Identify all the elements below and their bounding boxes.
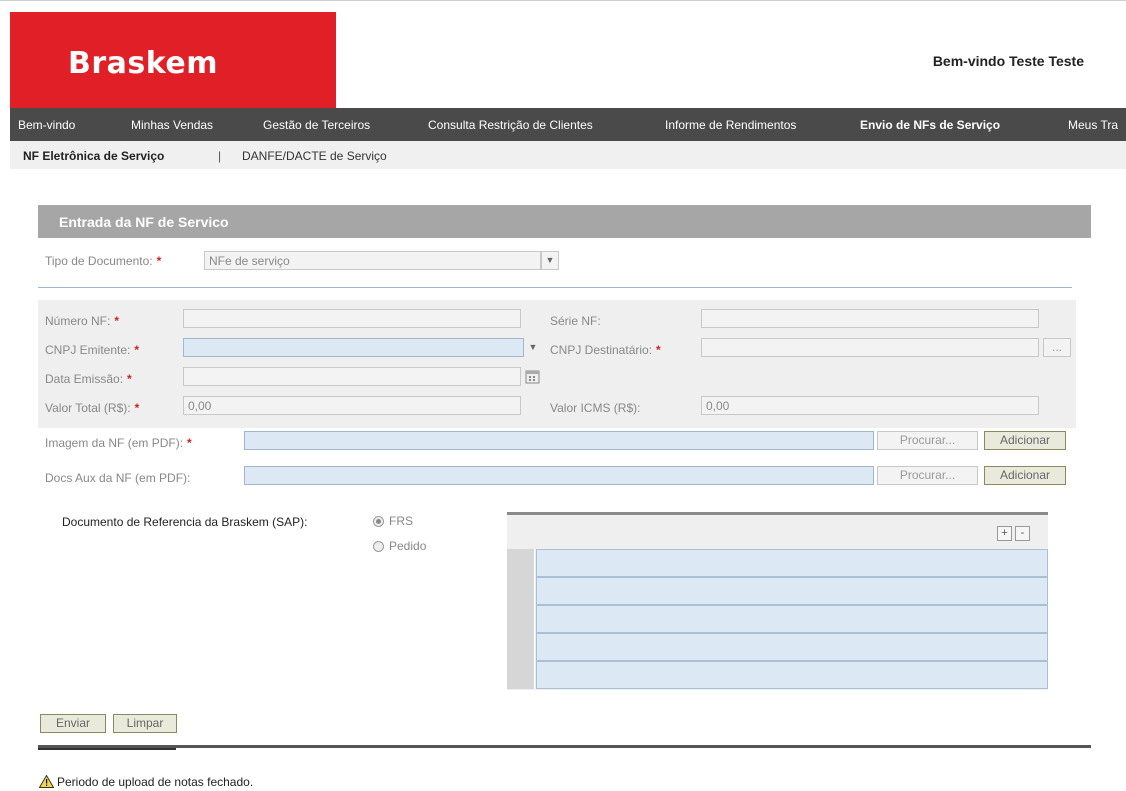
row-selector[interactable] xyxy=(507,633,535,661)
docs-aux-label: Docs Aux da NF (em PDF): xyxy=(45,471,191,485)
table-top-border xyxy=(507,512,1048,515)
row-selector[interactable] xyxy=(507,605,535,633)
nav-item-bem-vindo[interactable]: Bem-vindo xyxy=(18,118,75,132)
numero-nf-label: Número NF: * xyxy=(45,314,120,328)
cnpj-destinatario-input[interactable] xyxy=(701,338,1039,357)
row-selector[interactable] xyxy=(507,549,535,577)
send-button[interactable]: Enviar xyxy=(40,714,106,733)
status-message: Periodo de upload de notas fechado. xyxy=(38,774,254,791)
panel-header: Entrada da NF de Servico xyxy=(38,205,1091,238)
imagem-nf-add-button[interactable]: Adicionar xyxy=(984,431,1066,450)
table-row[interactable] xyxy=(507,661,1048,689)
chevron-down-icon[interactable]: ▼ xyxy=(524,338,542,357)
bottom-divider xyxy=(38,745,1091,748)
imagem-nf-file-input[interactable] xyxy=(244,431,874,450)
braskem-logo: Braskem xyxy=(68,46,219,81)
valor-total-label: Valor Total (R$): * xyxy=(45,401,140,415)
table-row[interactable] xyxy=(507,549,1048,577)
data-emissao-input[interactable] xyxy=(183,367,521,386)
nav-item-envio-nfs[interactable]: Envio de NFs de Serviço xyxy=(860,118,1000,132)
tipo-documento-select[interactable]: NFe de serviço xyxy=(204,251,541,270)
valor-icms-input[interactable]: 0,00 xyxy=(701,396,1039,415)
table-row[interactable] xyxy=(507,577,1048,605)
tipo-documento-label: Tipo de Documento: * xyxy=(45,254,162,268)
data-emissao-label: Data Emissão: * xyxy=(45,372,132,386)
table-row[interactable] xyxy=(507,633,1048,661)
subnav-item-nf-eletronica[interactable]: NF Eletrônica de Serviço xyxy=(23,149,164,163)
radio-selected-dot xyxy=(376,519,381,524)
nav-item-informe-rendimentos[interactable]: Informe de Rendimentos xyxy=(665,118,796,132)
nav-item-consulta-restricao[interactable]: Consulta Restrição de Clientes xyxy=(428,118,593,132)
cnpj-emitente-label: CNPJ Emitente: * xyxy=(45,343,140,357)
serie-nf-label: Série NF: xyxy=(550,314,601,328)
calendar-icon[interactable] xyxy=(525,369,540,384)
table-cell[interactable] xyxy=(536,549,1048,577)
numero-nf-input[interactable] xyxy=(183,309,521,328)
subnav-separator: | xyxy=(218,149,222,163)
row-selector[interactable] xyxy=(507,577,535,605)
radio-pedido[interactable] xyxy=(373,541,384,552)
table-cell[interactable] xyxy=(536,577,1048,605)
table-cell[interactable] xyxy=(536,661,1048,689)
nav-item-meus-tra[interactable]: Meus Tra xyxy=(1068,118,1118,132)
serie-nf-input[interactable] xyxy=(701,309,1039,328)
panel-title: Entrada da NF de Servico xyxy=(59,214,229,230)
row-selector[interactable] xyxy=(507,661,535,689)
bottom-divider-accent xyxy=(38,748,176,750)
welcome-text: Bem-vindo Teste Teste xyxy=(932,53,1084,69)
status-text: Periodo de upload de notas fechado. xyxy=(57,775,254,790)
radio-pedido-label: Pedido xyxy=(389,539,427,553)
imagem-nf-label: Imagem da NF (em PDF): * xyxy=(45,436,192,450)
clear-button[interactable]: Limpar xyxy=(113,714,177,733)
cnpj-emitente-select[interactable] xyxy=(183,338,524,357)
table-cell[interactable] xyxy=(536,605,1048,633)
valor-icms-label: Valor ICMS (R$): xyxy=(550,401,641,415)
imagem-nf-browse-button[interactable]: Procurar... xyxy=(877,431,978,450)
table-row[interactable] xyxy=(507,605,1048,633)
cnpj-destinatario-label: CNPJ Destinatário: * xyxy=(550,343,661,357)
add-row-button[interactable]: + xyxy=(997,526,1012,541)
doc-ref-label: Documento de Referencia da Braskem (SAP)… xyxy=(62,515,308,529)
table-cell[interactable] xyxy=(536,633,1048,661)
sub-nav: NF Eletrônica de Serviço | DANFE/DACTE d… xyxy=(10,141,1126,169)
subnav-item-danfe-dacte[interactable]: DANFE/DACTE de Serviço xyxy=(242,149,387,163)
nav-item-minhas-vendas[interactable]: Minhas Vendas xyxy=(131,118,213,132)
radio-frs-label: FRS xyxy=(389,514,413,528)
warning-icon xyxy=(38,774,55,791)
docs-aux-browse-button[interactable]: Procurar... xyxy=(877,466,978,485)
docs-aux-file-input[interactable] xyxy=(244,466,874,485)
logo-banner: Braskem xyxy=(10,12,336,108)
main-nav: Bem-vindo Minhas Vendas Gestão de Tercei… xyxy=(10,108,1126,141)
valor-total-input[interactable]: 0,00 xyxy=(183,396,521,415)
nav-item-gestao-terceiros[interactable]: Gestão de Terceiros xyxy=(263,118,370,132)
separator xyxy=(38,287,1072,288)
radio-frs[interactable] xyxy=(373,516,384,527)
remove-row-button[interactable]: - xyxy=(1015,526,1030,541)
docs-aux-add-button[interactable]: Adicionar xyxy=(984,466,1066,485)
top-border xyxy=(0,0,1126,1)
chevron-down-icon[interactable]: ▼ xyxy=(541,251,559,270)
reference-table: + - xyxy=(507,512,1048,690)
cnpj-lookup-button[interactable]: ... xyxy=(1043,338,1071,357)
